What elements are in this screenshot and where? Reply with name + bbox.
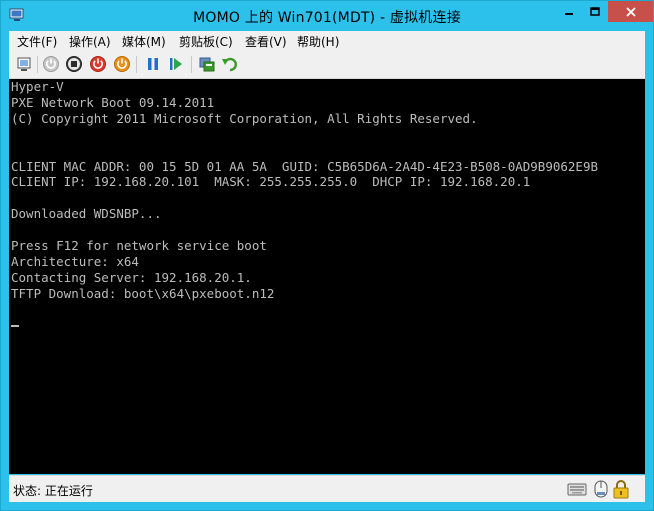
menu-bar: 文件(F) 操作(A) 媒体(M) 剪贴板(C) 查看(V) 帮助(H) xyxy=(9,31,645,51)
console-line: CLIENT MAC ADDR: 00 15 5D 01 AA 5A GUID:… xyxy=(11,158,598,174)
vm-console-screen[interactable]: Hyper-V PXE Network Boot 09.14.2011 (C) … xyxy=(9,79,645,474)
menu-media[interactable]: 媒体(M) xyxy=(122,33,166,50)
maximize-button[interactable] xyxy=(582,1,608,22)
checkpoint-icon[interactable] xyxy=(198,55,216,73)
text-cursor xyxy=(11,325,19,328)
shutdown-icon[interactable] xyxy=(89,55,107,73)
menu-clipboard[interactable]: 剪贴板(C) xyxy=(179,33,233,50)
console-line: TFTP Download: boot\x64\pxeboot.n12 xyxy=(11,285,275,301)
reset-icon[interactable] xyxy=(167,55,185,73)
console-line: Contacting Server: 192.168.20.1. xyxy=(11,269,252,285)
toolbar xyxy=(9,51,645,79)
console-line: Downloaded WDSNBP... xyxy=(11,206,162,222)
menu-view[interactable]: 查看(V) xyxy=(245,33,287,50)
pause-icon[interactable] xyxy=(144,55,162,73)
maximize-icon xyxy=(590,6,600,16)
toolbar-separator xyxy=(191,56,192,73)
turn-off-icon[interactable] xyxy=(65,55,83,73)
toolbar-separator xyxy=(136,56,137,73)
minimize-icon xyxy=(564,12,573,15)
mouse-icon xyxy=(594,480,608,498)
close-icon xyxy=(625,6,636,17)
console-line: Hyper-V xyxy=(11,79,64,94)
console-line: CLIENT IP: 192.168.20.101 MASK: 255.255.… xyxy=(11,174,531,190)
keyboard-icon xyxy=(567,483,587,496)
revert-icon[interactable] xyxy=(221,55,239,73)
console-line: Press F12 for network service boot xyxy=(11,238,267,254)
console-line: Architecture: x64 xyxy=(11,253,139,269)
start-icon[interactable] xyxy=(42,55,60,73)
toolbar-separator xyxy=(37,56,38,73)
status-bar: 状态: 正在运行 xyxy=(9,475,645,502)
ctrl-alt-del-icon[interactable] xyxy=(15,55,33,73)
console-line: PXE Network Boot 09.14.2011 xyxy=(11,94,215,110)
title-bar[interactable]: MOMO 上的 Win701(MDT) - 虚拟机连接 xyxy=(1,1,653,31)
menu-file[interactable]: 文件(F) xyxy=(17,33,57,50)
save-state-icon[interactable] xyxy=(113,55,131,73)
status-text: 状态: 正在运行 xyxy=(13,484,93,498)
console-output: Hyper-V PXE Network Boot 09.14.2011 (C) … xyxy=(9,79,645,334)
lock-icon xyxy=(613,480,629,499)
minimize-button[interactable] xyxy=(555,1,582,22)
close-button[interactable] xyxy=(608,1,653,22)
menu-action[interactable]: 操作(A) xyxy=(69,33,111,50)
console-line: (C) Copyright 2011 Microsoft Corporation… xyxy=(11,110,478,126)
vm-connection-window: MOMO 上的 Win701(MDT) - 虚拟机连接 文件(F) 操作(A) … xyxy=(0,0,654,511)
menu-help[interactable]: 帮助(H) xyxy=(297,33,339,50)
